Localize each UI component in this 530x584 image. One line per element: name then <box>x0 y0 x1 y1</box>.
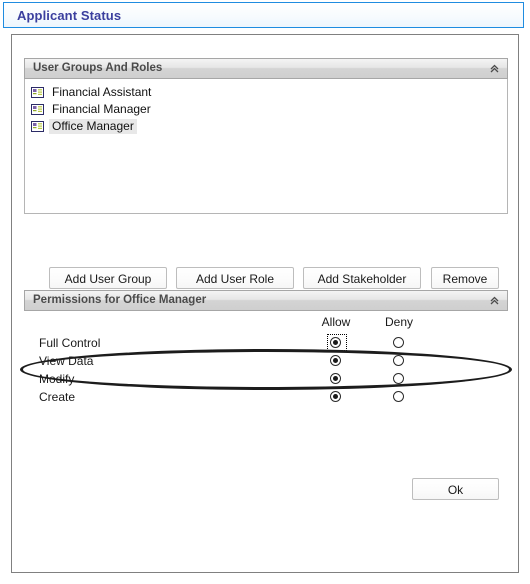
permissions-panel-header[interactable]: Permissions for Office Manager <box>24 290 508 311</box>
add-user-group-button[interactable]: Add User Group <box>49 267 167 289</box>
main-content-frame: User Groups And Roles Financial Assistan… <box>11 34 519 573</box>
deny-radio[interactable] <box>393 337 404 348</box>
id-card-icon <box>31 87 44 98</box>
user-groups-action-buttons: Add User Group Add User Role Add Stakeho… <box>49 267 499 289</box>
permission-label: Modify <box>39 372 75 386</box>
user-groups-panel-header[interactable]: User Groups And Roles <box>24 58 508 79</box>
id-card-icon <box>31 121 44 132</box>
focus-outline <box>327 334 347 351</box>
user-groups-panel-title: User Groups And Roles <box>33 62 163 74</box>
list-item-label: Office Manager <box>49 119 137 134</box>
allow-radio[interactable] <box>330 391 341 402</box>
permissions-table: Allow Deny Full Control View Data Modify… <box>24 311 508 404</box>
deny-radio[interactable] <box>393 373 404 384</box>
list-item[interactable]: Financial Manager <box>29 101 505 118</box>
deny-column-header: Deny <box>384 315 413 329</box>
remove-button[interactable]: Remove <box>431 267 499 289</box>
list-item[interactable]: Office Manager <box>29 118 505 135</box>
list-item-label: Financial Manager <box>52 102 151 116</box>
permission-row: Full Control <box>24 334 508 352</box>
permissions-panel-title: Permissions for Office Manager <box>33 294 207 306</box>
chevron-double-up-icon[interactable] <box>487 61 502 76</box>
deny-radio[interactable] <box>393 391 404 402</box>
list-item-label: Financial Assistant <box>52 85 152 99</box>
allow-radio[interactable] <box>330 355 341 366</box>
permission-row: Modify <box>24 371 508 388</box>
user-groups-and-roles-panel: User Groups And Roles Financial Assistan… <box>24 58 508 214</box>
permission-label: View Data <box>39 354 94 368</box>
permission-label: Full Control <box>39 336 101 350</box>
page-title: Applicant Status <box>17 8 122 23</box>
list-item[interactable]: Financial Assistant <box>29 84 505 101</box>
ok-button[interactable]: Ok <box>412 478 499 500</box>
allow-radio[interactable] <box>330 373 341 384</box>
deny-radio[interactable] <box>393 355 404 366</box>
allow-column-header: Allow <box>321 315 351 329</box>
permission-row: View Data <box>24 353 508 370</box>
id-card-icon <box>31 104 44 115</box>
permission-row: Create <box>24 389 508 406</box>
window-title-bar: Applicant Status <box>3 2 524 28</box>
chevron-double-up-icon[interactable] <box>487 293 502 308</box>
user-groups-listbox[interactable]: Financial Assistant Financial Manager Of… <box>24 79 508 214</box>
add-stakeholder-button[interactable]: Add Stakeholder <box>303 267 421 289</box>
add-user-role-button[interactable]: Add User Role <box>176 267 294 289</box>
permission-label: Create <box>39 390 76 404</box>
permissions-panel: Permissions for Office Manager Allow Den… <box>24 290 508 404</box>
